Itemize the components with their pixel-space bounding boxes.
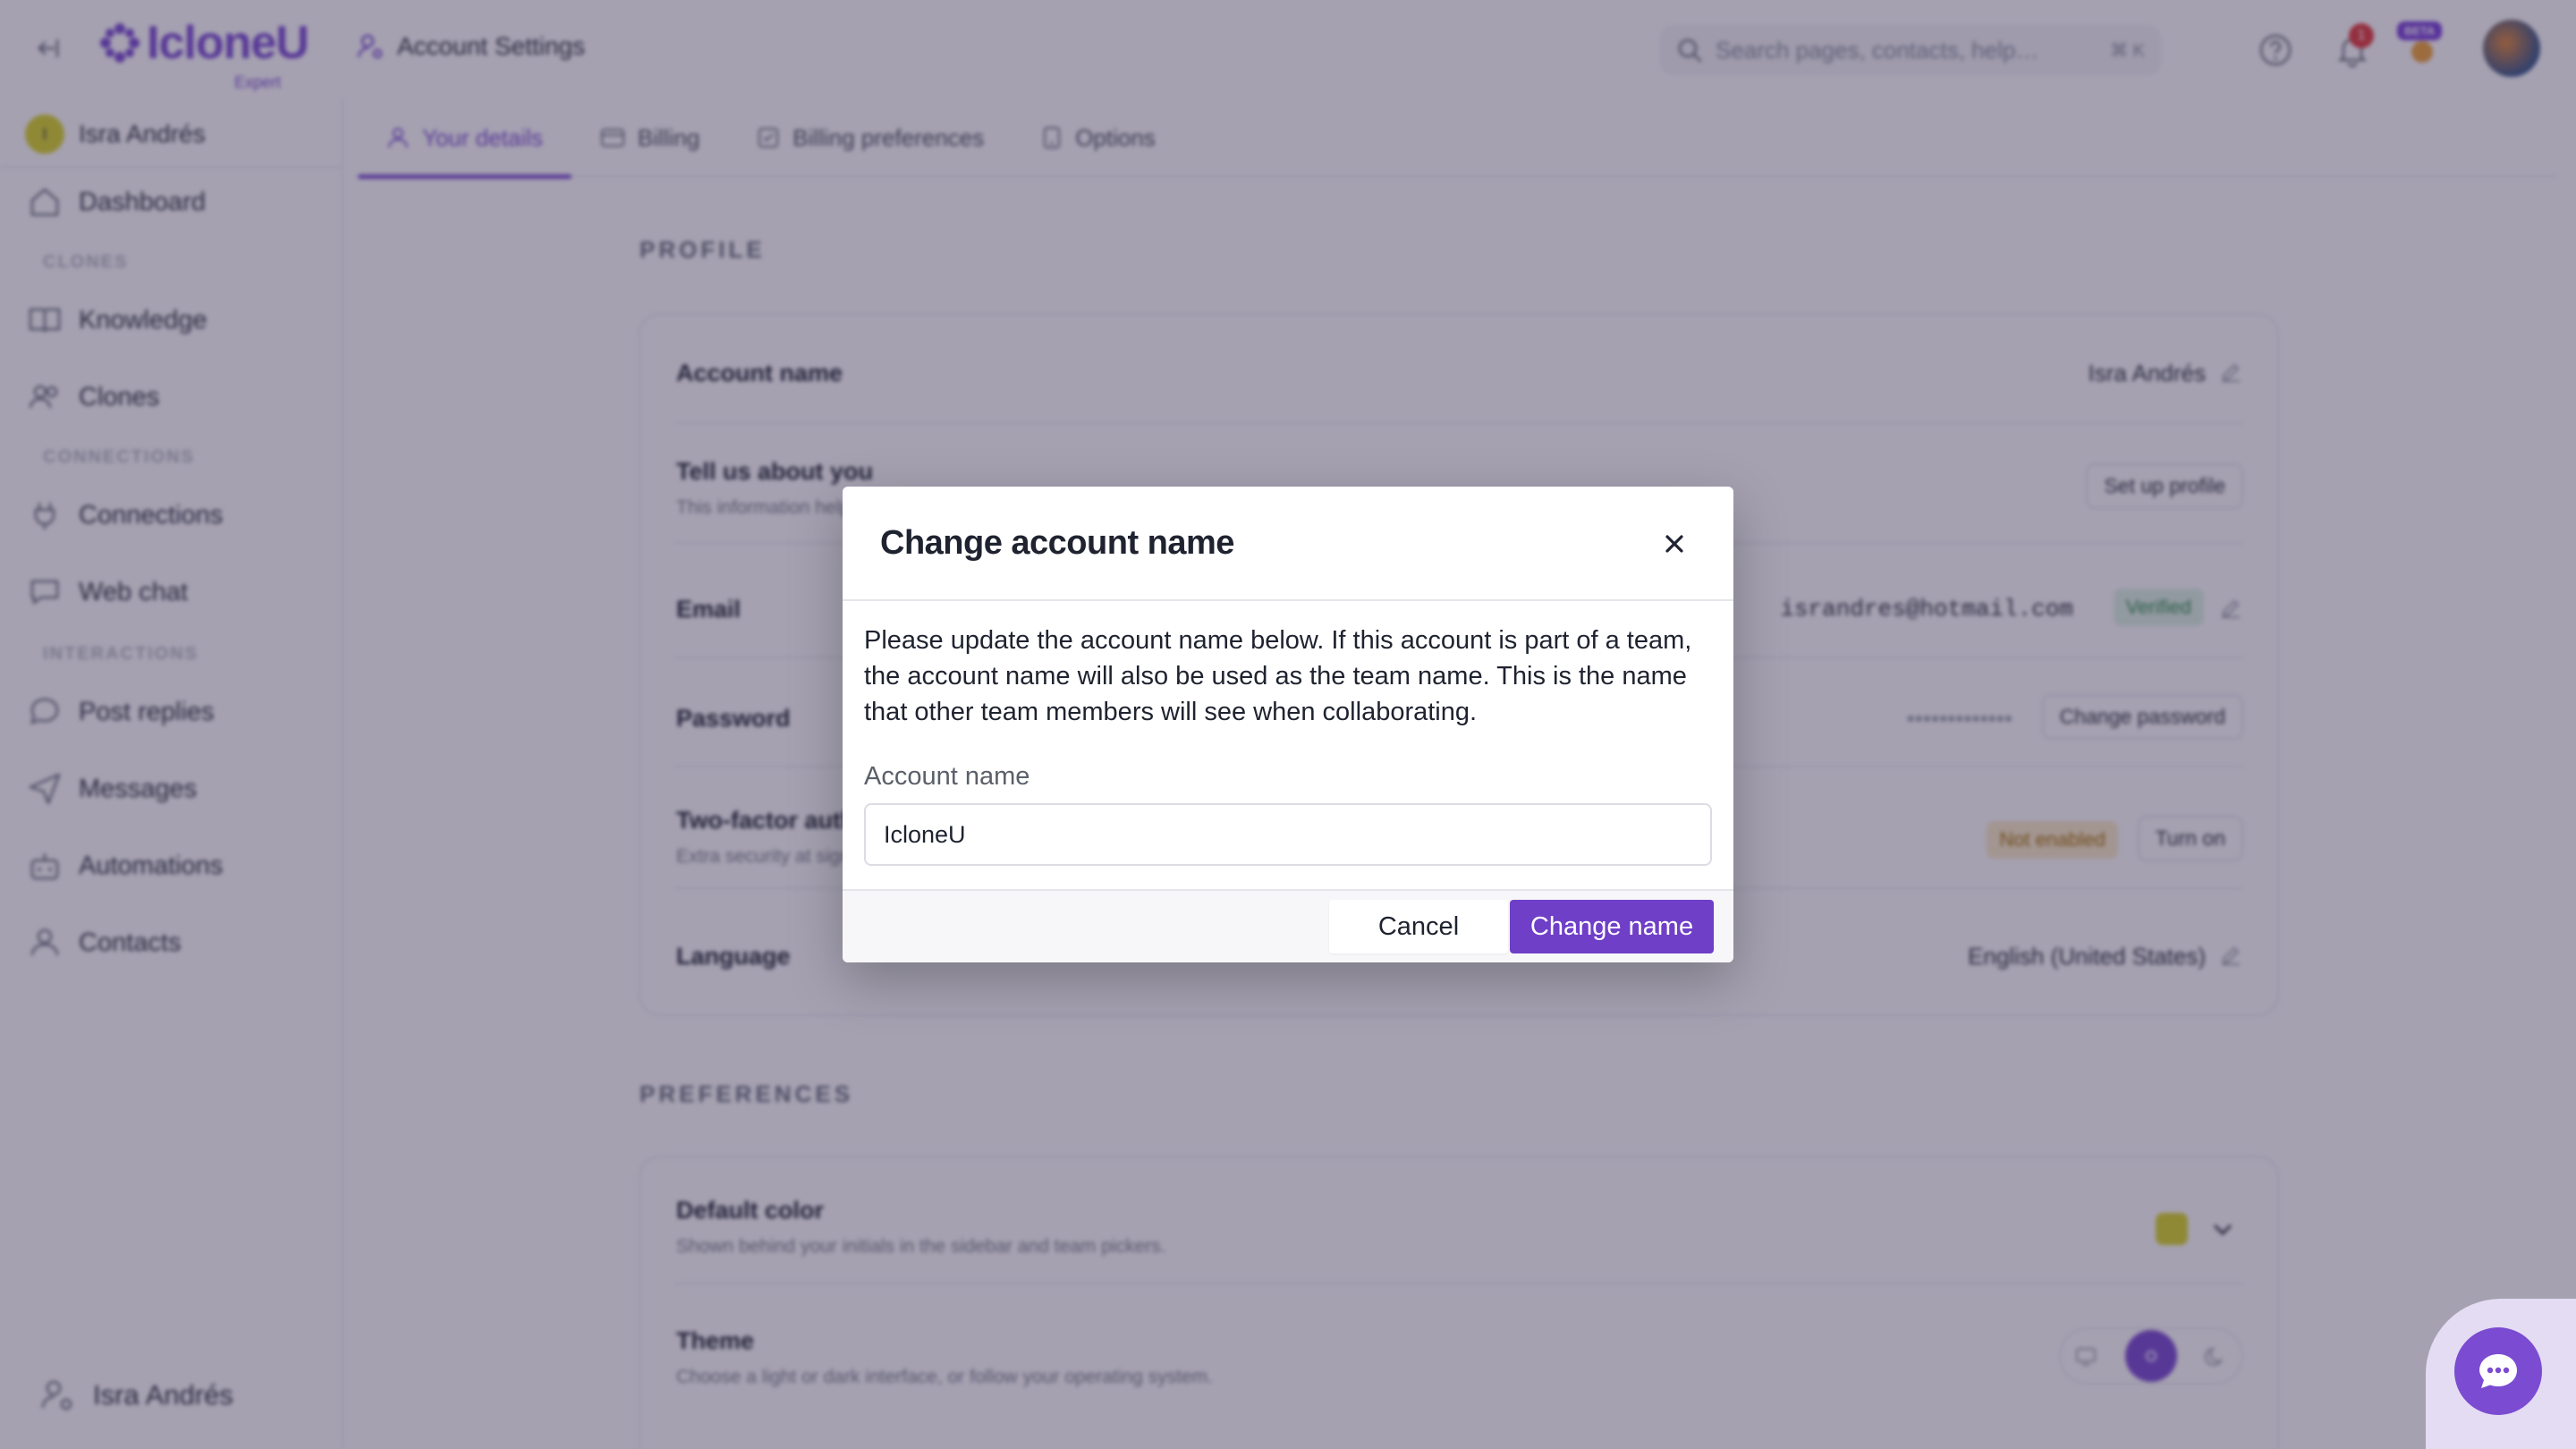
account-name-input[interactable] [864, 803, 1712, 866]
dialog-description: Please update the account name below. If… [864, 626, 1692, 726]
dialog-header: Change account name [843, 487, 1733, 601]
chat-bubble-icon [2479, 1354, 2517, 1388]
close-icon[interactable] [1657, 526, 1692, 562]
chat-launcher-button[interactable] [2454, 1327, 2542, 1415]
change-account-name-dialog: Change account name Please update the ac… [843, 487, 1733, 962]
change-name-button[interactable]: Change name [1510, 900, 1714, 953]
dialog-footer: Cancel Change name [843, 889, 1733, 962]
cancel-button[interactable]: Cancel [1329, 900, 1508, 953]
account-name-field-label: Account name [864, 762, 1030, 791]
dialog-title: Change account name [880, 524, 1234, 562]
